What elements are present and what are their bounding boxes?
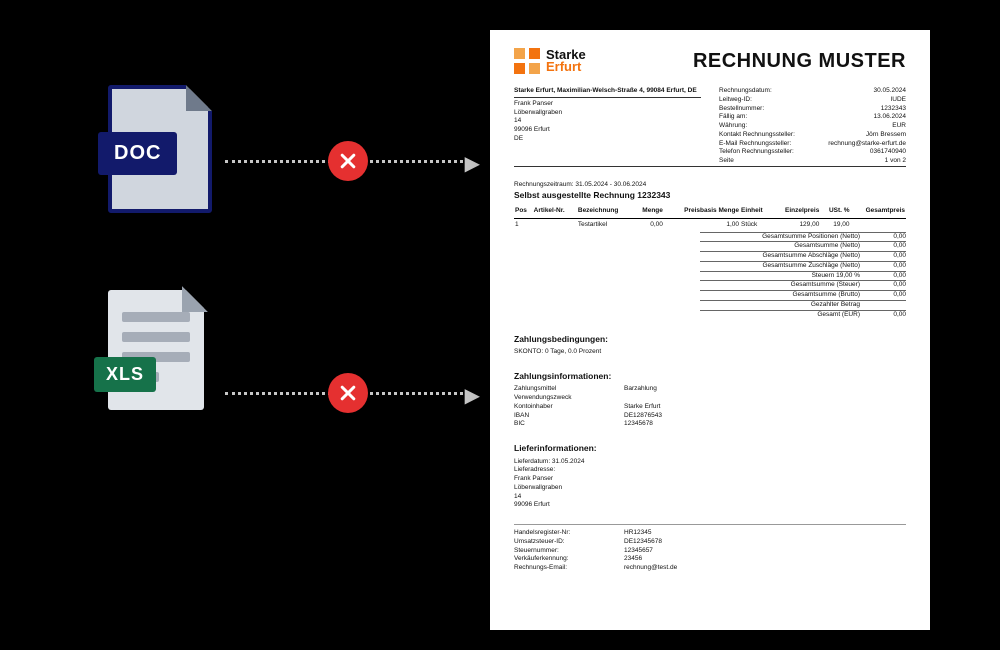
xls-badge: XLS xyxy=(94,357,156,392)
delivery-line: Lieferadresse: xyxy=(514,466,906,475)
info-val: 12345678 xyxy=(624,420,653,429)
doc-badge: DOC xyxy=(98,132,177,175)
delivery-line: 99096 Erfurt xyxy=(514,501,906,510)
arrow-right-icon: ▶ xyxy=(465,383,480,408)
footer-val: 12345657 xyxy=(624,547,653,556)
sum-label: Gezahlter Betrag xyxy=(700,300,866,310)
sum-label: Gesamtsumme Positionen (Netto) xyxy=(700,232,866,242)
footer-val: DE12345678 xyxy=(624,538,662,547)
sum-value: 0,00 xyxy=(866,280,906,290)
recipient-name: Frank Panser xyxy=(514,100,701,109)
footer-key: Rechnungs-Email: xyxy=(514,564,624,573)
info-val: Barzahlung xyxy=(624,385,657,394)
info-key: BIC xyxy=(514,420,624,429)
table-row: 1 Testartikel 0,00 1,00 Stück 129,00 19,… xyxy=(514,218,906,231)
sum-value xyxy=(866,300,906,310)
invoice-document: Starke Erfurt RECHNUNG MUSTER Starke Erf… xyxy=(490,30,930,630)
recipient-country: DE xyxy=(514,135,701,144)
recipient-zip: 99096 Erfurt xyxy=(514,126,701,135)
skonto-line: SKONTO: 0 Tage, 0.0 Prozent xyxy=(514,348,906,357)
reject-icon xyxy=(328,373,368,413)
arrow-xls-to-invoice: ▶ xyxy=(225,392,470,394)
sum-label: Gesamtsumme (Netto) xyxy=(700,241,866,251)
sum-value: 0,00 xyxy=(866,290,906,300)
sum-value: 0,00 xyxy=(866,271,906,281)
payment-info-heading: Zahlungsinformationen: xyxy=(514,371,906,382)
sum-value: 0,00 xyxy=(866,251,906,261)
delivery-line: Frank Panser xyxy=(514,475,906,484)
footer-val: rechnung@test.de xyxy=(624,564,677,573)
billing-period: Rechnungszeitraum: 31.05.2024 - 30.06.20… xyxy=(514,181,906,190)
recipient-no: 14 xyxy=(514,117,701,126)
brand-line2: Erfurt xyxy=(546,61,586,73)
payment-terms-heading: Zahlungsbedingungen: xyxy=(514,334,906,345)
footer-key: Steuernummer: xyxy=(514,547,624,556)
footer-key: Handelsregister-Nr: xyxy=(514,529,624,538)
info-val: DE12876543 xyxy=(624,412,662,421)
footer-key: Verkäuferkennung: xyxy=(514,555,624,564)
delivery-line: Lieferdatum: 31.05.2024 xyxy=(514,458,906,467)
footer-key: Umsatzsteuer-ID: xyxy=(514,538,624,547)
sum-label: Gesamtsumme (Steuer) xyxy=(700,280,866,290)
sum-label: Steuern 19,00 % xyxy=(700,271,866,281)
sum-value: 0,00 xyxy=(866,310,906,320)
delivery-info-heading: Lieferinformationen: xyxy=(514,443,906,454)
invoice-title: RECHNUNG MUSTER xyxy=(600,48,906,75)
brand-logo: Starke Erfurt xyxy=(514,48,586,74)
sum-label: Gesamtsumme (Brutto) xyxy=(700,290,866,300)
delivery-line: Löberwallgraben xyxy=(514,484,906,493)
sum-label: Gesamt (EUR) xyxy=(700,310,866,320)
recipient-street: Löberwallgraben xyxy=(514,109,701,118)
sum-value: 0,00 xyxy=(866,261,906,271)
info-key: Verwendungszweck xyxy=(514,394,624,403)
footer-val: HR12345 xyxy=(624,529,651,538)
info-key: Zahlungsmittel xyxy=(514,385,624,394)
doc-file-icon: DOC xyxy=(108,85,212,213)
arrow-doc-to-invoice: ▶ xyxy=(225,160,470,162)
sender-address: Starke Erfurt, Maximilian-Welsch-Straße … xyxy=(514,87,701,98)
reject-icon xyxy=(328,141,368,181)
info-key: Kontoinhaber xyxy=(514,403,624,412)
sum-label: Gesamtsumme Abschläge (Netto) xyxy=(700,251,866,261)
line-items-table: Pos Artikel-Nr. Bezeichnung Menge Preisb… xyxy=(514,205,906,232)
footer-register: Handelsregister-Nr:HR12345Umsatzsteuer-I… xyxy=(514,524,906,573)
sum-value: 0,00 xyxy=(866,232,906,242)
delivery-line: 14 xyxy=(514,493,906,502)
sum-label: Gesamtsumme Zuschläge (Netto) xyxy=(700,261,866,271)
xls-file-icon: XLS xyxy=(108,290,204,410)
invoice-heading: Selbst ausgestellte Rechnung 1232343 xyxy=(514,190,906,201)
footer-val: 23456 xyxy=(624,555,642,564)
arrow-right-icon: ▶ xyxy=(465,151,480,176)
info-key: IBAN xyxy=(514,412,624,421)
info-val: Starke Erfurt xyxy=(624,403,660,412)
summary-block: Gesamtsumme Positionen (Netto)0,00Gesamt… xyxy=(514,232,906,320)
sum-value: 0,00 xyxy=(866,241,906,251)
